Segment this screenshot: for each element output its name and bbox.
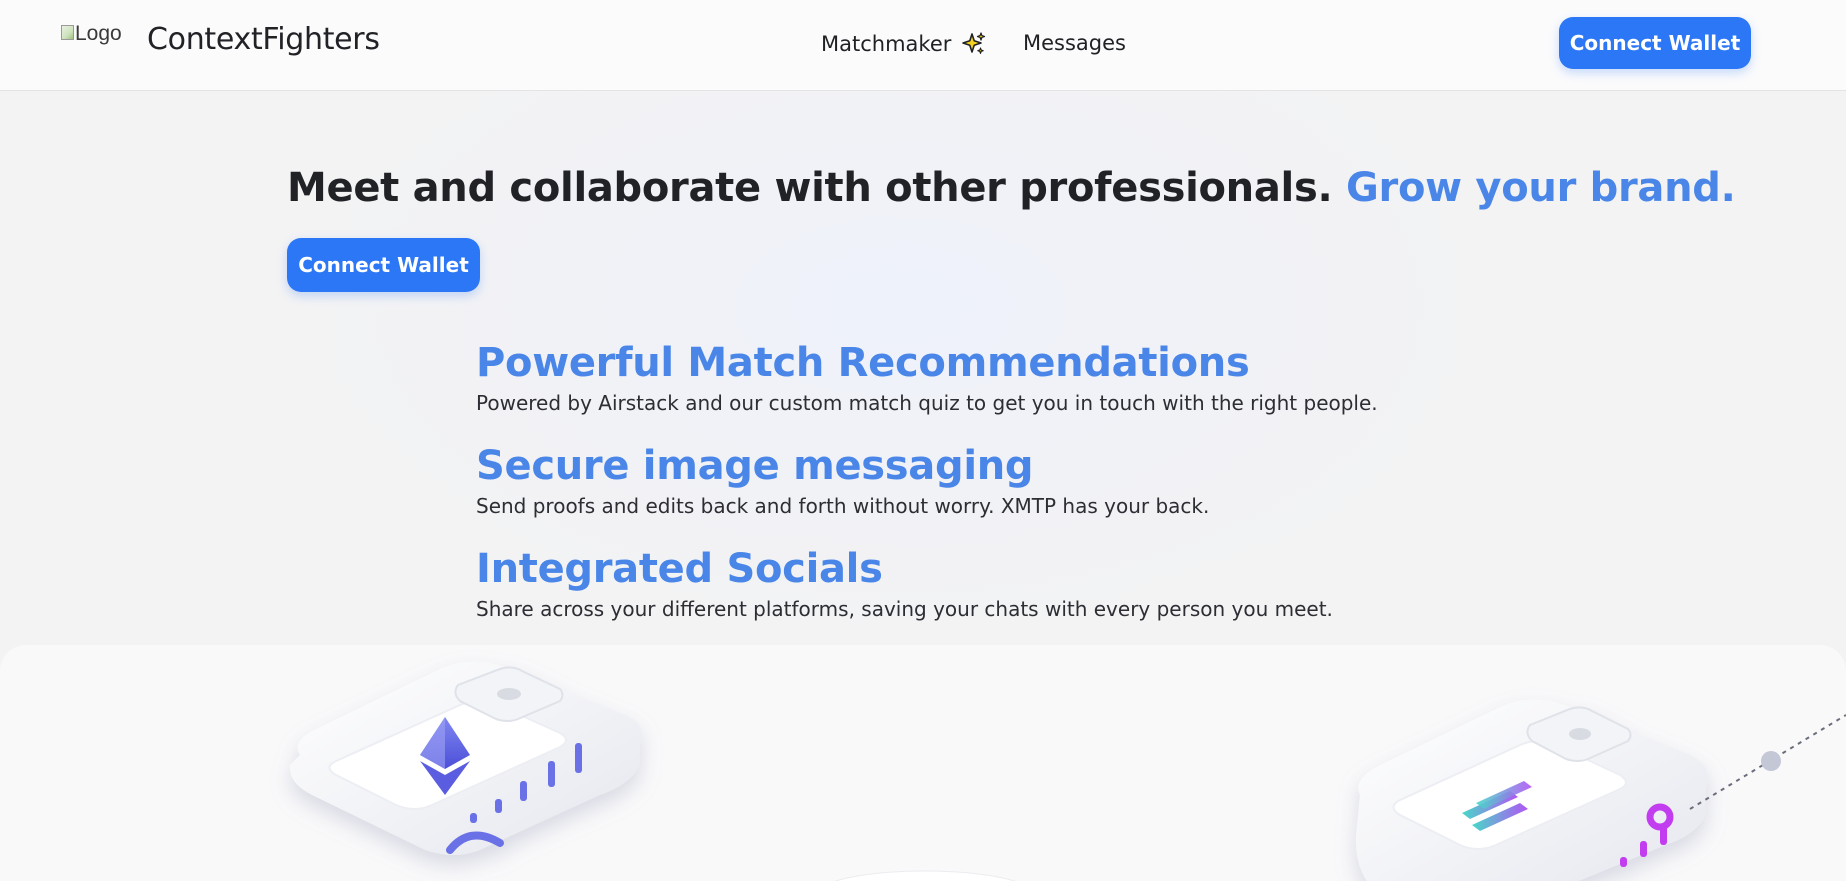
illustration-section — [0, 645, 1846, 881]
nav-link-messages[interactable]: Messages — [1023, 31, 1126, 55]
feature-description-match: Powered by Airstack and our custom match… — [476, 391, 1378, 415]
hero-connect-wallet-button[interactable]: Connect Wallet — [287, 238, 480, 292]
logo-alt-text: Logo — [75, 22, 122, 45]
feature-description-messaging: Send proofs and edits back and forth wit… — [476, 494, 1210, 518]
feature-title-match: Powerful Match Recommendations — [476, 340, 1250, 386]
feature-title-messaging: Secure image messaging — [476, 443, 1034, 489]
hero-headline-main: Meet and collaborate with other professi… — [287, 165, 1333, 211]
sparkle-icon — [962, 32, 986, 54]
nav-link-matchmaker-label: Matchmaker — [821, 32, 952, 56]
feature-title-socials: Integrated Socials — [476, 546, 883, 592]
top-navbar: Logo ContextFighters Matchmaker Messages… — [0, 0, 1846, 91]
broken-image-icon — [61, 25, 74, 40]
nav-link-matchmaker[interactable]: Matchmaker — [821, 31, 987, 57]
illustration-artwork — [289, 661, 1846, 881]
connector-node — [1761, 751, 1781, 771]
solana-platform — [1355, 699, 1708, 881]
brand-name[interactable]: ContextFighters — [147, 22, 380, 57]
ethereum-platform — [289, 661, 643, 855]
center-platform — [834, 870, 1016, 881]
feature-description-socials: Share across your different platforms, s… — [476, 597, 1333, 621]
connect-wallet-button[interactable]: Connect Wallet — [1559, 17, 1751, 69]
hero-headline-accent: Grow your brand. — [1346, 165, 1736, 211]
hero-headline: Meet and collaborate with other professi… — [287, 165, 1736, 211]
logo-image[interactable]: Logo — [61, 22, 122, 46]
